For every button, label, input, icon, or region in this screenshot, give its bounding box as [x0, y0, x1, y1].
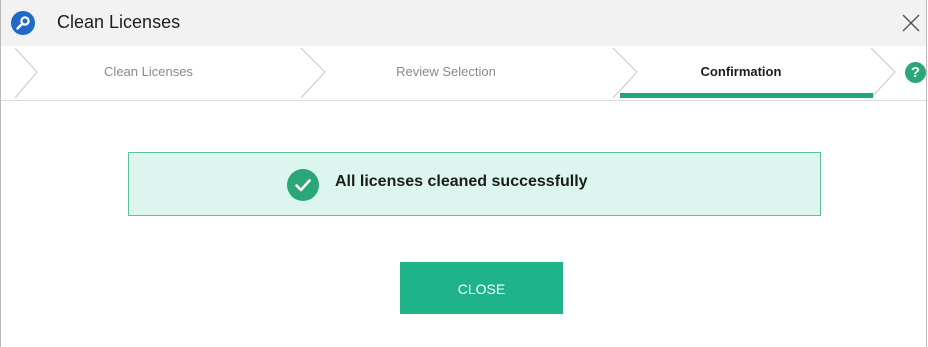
active-step-indicator: [620, 93, 873, 98]
close-button[interactable]: CLOSE: [400, 262, 563, 314]
checkmark-icon: [287, 169, 319, 201]
close-icon[interactable]: [900, 12, 922, 34]
success-message: All licenses cleaned successfully: [128, 152, 821, 216]
success-message-text: All licenses cleaned successfully: [335, 173, 588, 190]
step-confirmation[interactable]: Confirmation: [641, 64, 841, 79]
window-title: Clean Licenses: [57, 12, 181, 32]
title-bar: Clean Licenses: [1, 0, 926, 46]
help-icon[interactable]: ?: [905, 62, 926, 83]
clean-licenses-dialog: Clean Licenses Clean Licenses Review Sel…: [0, 0, 927, 347]
step-review-selection[interactable]: Review Selection: [331, 64, 561, 79]
step-clean-licenses[interactable]: Clean Licenses: [41, 64, 256, 79]
key-icon: [11, 11, 35, 35]
wizard-steps: Clean Licenses Review Selection Confirma…: [1, 46, 926, 101]
